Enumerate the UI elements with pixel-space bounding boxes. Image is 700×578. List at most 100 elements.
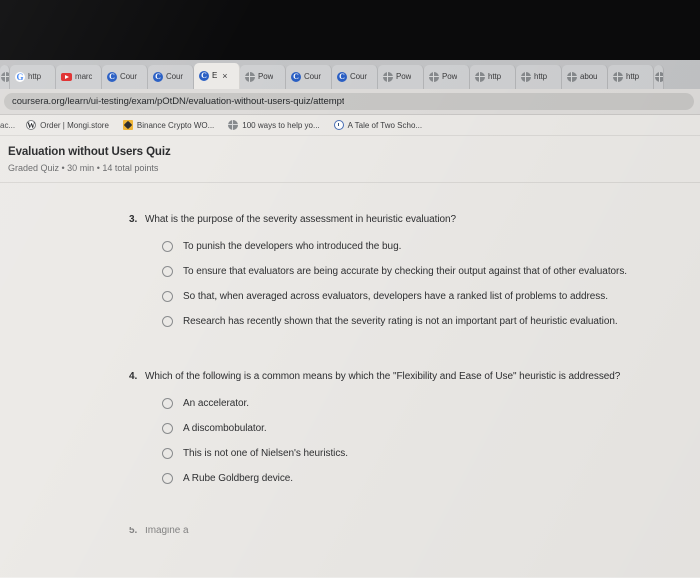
bookmark-label: Order | Mongi.store	[40, 120, 109, 130]
question-text: Imagine a	[145, 527, 189, 536]
radio-button[interactable]	[162, 316, 173, 327]
browser-tab[interactable]: http	[516, 65, 562, 89]
question-block: 4. Which of the following is a common mea…	[0, 370, 700, 497]
bookmark-item[interactable]: 100 ways to help yo...	[221, 120, 326, 130]
answer-options: To punish the developers who introduced …	[145, 240, 686, 328]
browser-tab[interactable]: marc	[56, 65, 102, 89]
browser-tab-strip: Ghttp marc C Cour C Cour C E × Pow C Cour C Cour Pow Po…	[0, 60, 700, 89]
wordpress-icon: W	[26, 120, 37, 130]
question-number: 4.	[129, 371, 138, 382]
radio-button[interactable]	[162, 398, 173, 409]
browser-tab[interactable]: C Cour	[332, 65, 378, 89]
bookmark-item[interactable]: W Order | Mongi.store	[19, 120, 116, 130]
google-icon: G	[15, 72, 25, 82]
question-text: Which of the following is a common means…	[145, 371, 621, 382]
globe-icon	[228, 120, 239, 130]
globe-icon	[245, 72, 255, 82]
globe-icon	[567, 72, 577, 82]
browser-window: Ghttp marc C Cour C Cour C E × Pow C Cour C Cour Pow Po…	[0, 60, 700, 578]
browser-tab[interactable]: http	[470, 65, 516, 89]
radio-button[interactable]	[162, 266, 173, 277]
tab-label: Cour	[166, 72, 183, 81]
close-icon[interactable]: ×	[222, 71, 227, 81]
globe-icon	[521, 72, 531, 82]
screenshot-root: Ghttp marc C Cour C Cour C E × Pow C Cour C Cour Pow Po…	[0, 0, 700, 578]
browser-tab[interactable]: abou	[562, 65, 608, 89]
coursera-icon: C	[337, 72, 347, 82]
question-body: Which of the following is a common means…	[145, 370, 686, 497]
bookmark-item[interactable]: Binance Crypto WO...	[116, 120, 221, 130]
tab-label: http	[28, 72, 41, 81]
browser-tab[interactable]: Pow	[424, 65, 470, 89]
option-label: So that, when averaged across evaluators…	[183, 291, 608, 302]
answer-option[interactable]: To punish the developers who introduced …	[145, 240, 686, 253]
tab-label: http	[534, 72, 547, 81]
browser-tab[interactable]: C Cour	[286, 65, 332, 89]
tab-label: Cour	[350, 72, 367, 81]
globe-icon	[475, 72, 485, 82]
radio-button[interactable]	[162, 448, 173, 459]
page-content: Evaluation without Users Quiz Graded Qui…	[0, 136, 700, 577]
coursera-icon: C	[291, 72, 301, 82]
tab-label: abou	[580, 72, 598, 81]
globe-icon	[429, 72, 439, 82]
answer-option[interactable]: A discombobulator.	[145, 422, 686, 435]
quiz-header: Evaluation without Users Quiz Graded Qui…	[0, 136, 700, 183]
browser-tab[interactable]: C E ×	[194, 63, 240, 89]
radio-button[interactable]	[162, 473, 173, 484]
answer-option[interactable]: Research has recently shown that the sev…	[145, 315, 686, 328]
browser-tab[interactable]: http	[608, 65, 654, 89]
option-label: This is not one of Nielsen's heuristics.	[183, 448, 348, 459]
option-label: Research has recently shown that the sev…	[183, 316, 618, 327]
tab-label: E	[212, 71, 218, 80]
bookmark-label: ac...	[0, 120, 16, 130]
tab-label: Cour	[120, 72, 137, 81]
question-text: What is the purpose of the severity asse…	[145, 214, 457, 225]
browser-tab[interactable]: Pow	[240, 65, 286, 89]
browser-tab[interactable]: C Cour	[148, 65, 194, 89]
answer-option[interactable]: A Rube Goldberg device.	[145, 472, 686, 485]
option-label: A Rube Goldberg device.	[183, 473, 294, 484]
radio-button[interactable]	[162, 291, 173, 302]
answer-option[interactable]: To ensure that evaluators are being accu…	[145, 265, 686, 278]
tab-label: http	[488, 72, 501, 81]
questions-list: 3. What is the purpose of the severity as…	[0, 183, 700, 497]
answer-option[interactable]: So that, when averaged across evaluators…	[145, 290, 686, 303]
browser-tab[interactable]	[0, 65, 10, 89]
browser-tab[interactable]	[654, 65, 664, 89]
question-number: 5.	[129, 527, 138, 536]
globe-icon	[1, 72, 9, 82]
coursera-icon: C	[153, 72, 163, 82]
answer-option[interactable]: An accelerator.	[145, 397, 686, 410]
bookmark-item[interactable]: A Tale of Two Scho...	[327, 120, 429, 130]
bookmark-item[interactable]: ac...	[0, 121, 19, 130]
option-label: A discombobulator.	[183, 423, 267, 434]
clock-icon	[333, 120, 344, 130]
question-block: 3. What is the purpose of the severity as…	[0, 213, 700, 340]
question-5-partial: 5. Imagine a	[0, 527, 700, 537]
tab-label: Pow	[442, 72, 458, 81]
browser-tab[interactable]: C Cour	[102, 65, 148, 89]
tab-label: http	[626, 72, 639, 81]
globe-icon	[613, 72, 623, 82]
radio-button[interactable]	[162, 241, 173, 252]
browser-tab[interactable]: Ghttp	[10, 65, 56, 89]
bookmark-label: 100 ways to help yo...	[242, 120, 320, 130]
address-bar[interactable]: coursera.org/learn/ui-testing/exam/pOtDN…	[4, 93, 694, 110]
radio-button[interactable]	[162, 423, 173, 434]
binance-icon	[122, 120, 133, 130]
browser-toolbar: coursera.org/learn/ui-testing/exam/pOtDN…	[0, 89, 700, 115]
tab-label: Pow	[258, 72, 274, 81]
answer-option[interactable]: This is not one of Nielsen's heuristics.	[145, 447, 686, 460]
option-label: To ensure that evaluators are being accu…	[183, 266, 628, 277]
globe-icon	[655, 72, 663, 82]
browser-tab[interactable]: Pow	[378, 65, 424, 89]
youtube-icon	[61, 73, 72, 81]
option-label: To punish the developers who introduced …	[183, 241, 402, 252]
option-label: An accelerator.	[183, 398, 249, 409]
page-title: Evaluation without Users Quiz	[8, 146, 171, 158]
bookmark-label: Binance Crypto WO...	[136, 120, 215, 130]
tab-label: Cour	[304, 72, 321, 81]
globe-icon	[383, 72, 393, 82]
bookmark-label: A Tale of Two Scho...	[347, 120, 423, 130]
